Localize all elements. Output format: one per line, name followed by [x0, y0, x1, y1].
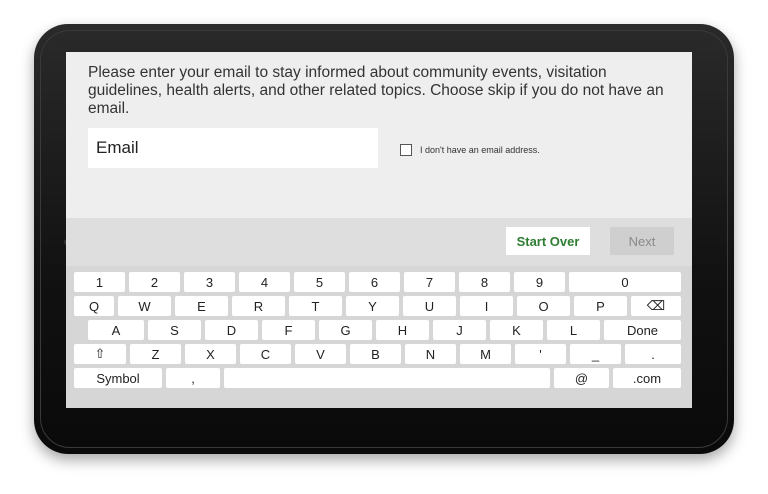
- key-q[interactable]: Q: [74, 296, 114, 316]
- key-8[interactable]: 8: [459, 272, 510, 292]
- key-u[interactable]: U: [403, 296, 456, 316]
- no-email-checkbox[interactable]: [400, 144, 412, 156]
- key-c[interactable]: C: [240, 344, 291, 364]
- key-4[interactable]: 4: [239, 272, 290, 292]
- key-5[interactable]: 5: [294, 272, 345, 292]
- key-i[interactable]: I: [460, 296, 513, 316]
- key-b[interactable]: B: [350, 344, 401, 364]
- key-w[interactable]: W: [118, 296, 171, 316]
- no-email-label: I don't have an email address.: [420, 145, 540, 155]
- key-o[interactable]: O: [517, 296, 570, 316]
- key-t[interactable]: T: [289, 296, 342, 316]
- key-2[interactable]: 2: [129, 272, 180, 292]
- key-k[interactable]: K: [490, 320, 543, 340]
- backspace-key[interactable]: ⌫: [631, 296, 681, 316]
- no-email-option[interactable]: I don't have an email address.: [400, 144, 540, 156]
- dotcom-key[interactable]: .com: [613, 368, 681, 388]
- email-prompt: Please enter your email to stay informed…: [88, 64, 664, 117]
- key-underscore[interactable]: _: [570, 344, 621, 364]
- key-7[interactable]: 7: [404, 272, 455, 292]
- key-apostrophe[interactable]: ': [515, 344, 566, 364]
- key-m[interactable]: M: [460, 344, 511, 364]
- key-z[interactable]: Z: [130, 344, 181, 364]
- shift-key[interactable]: ⇧: [74, 344, 126, 364]
- key-n[interactable]: N: [405, 344, 456, 364]
- done-key[interactable]: Done: [604, 320, 681, 340]
- key-x[interactable]: X: [185, 344, 236, 364]
- key-j[interactable]: J: [433, 320, 486, 340]
- key-d[interactable]: D: [205, 320, 258, 340]
- next-button[interactable]: Next: [610, 227, 674, 255]
- backspace-icon: ⌫: [646, 298, 666, 313]
- key-h[interactable]: H: [376, 320, 429, 340]
- key-0[interactable]: 0: [569, 272, 681, 292]
- key-p[interactable]: P: [574, 296, 627, 316]
- button-bar: [66, 218, 692, 266]
- key-y[interactable]: Y: [346, 296, 399, 316]
- key-a[interactable]: A: [88, 320, 144, 340]
- key-g[interactable]: G: [319, 320, 372, 340]
- on-screen-keyboard: 1 2 3 4 5 6 7 8 9 0 Q W E R T Y U I O P …: [66, 266, 692, 408]
- key-1[interactable]: 1: [74, 272, 125, 292]
- key-s[interactable]: S: [148, 320, 201, 340]
- key-r[interactable]: R: [232, 296, 285, 316]
- key-6[interactable]: 6: [349, 272, 400, 292]
- symbol-key[interactable]: Symbol: [74, 368, 162, 388]
- key-9[interactable]: 9: [514, 272, 565, 292]
- key-e[interactable]: E: [175, 296, 228, 316]
- key-v[interactable]: V: [295, 344, 346, 364]
- at-key[interactable]: @: [554, 368, 609, 388]
- key-3[interactable]: 3: [184, 272, 235, 292]
- email-field[interactable]: [88, 128, 378, 168]
- key-comma[interactable]: ,: [166, 368, 220, 388]
- shift-icon: ⇧: [94, 346, 106, 361]
- key-period[interactable]: .: [625, 344, 681, 364]
- key-f[interactable]: F: [262, 320, 315, 340]
- screen: Please enter your email to stay informed…: [66, 52, 692, 408]
- key-l[interactable]: L: [547, 320, 600, 340]
- start-over-button[interactable]: Start Over: [506, 227, 590, 255]
- space-key[interactable]: [224, 368, 550, 388]
